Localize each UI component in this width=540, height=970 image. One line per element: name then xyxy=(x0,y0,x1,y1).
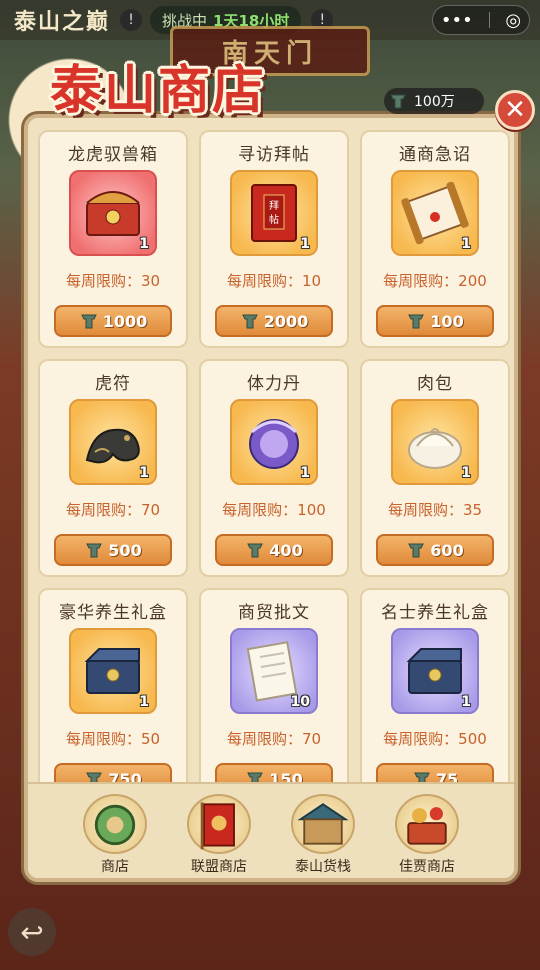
item-quantity: 1 xyxy=(300,236,310,252)
shop-item-card[interactable]: 豪华养生礼盒 1 每周限购：50 750 xyxy=(38,588,188,806)
item-name: 肉包 xyxy=(417,374,453,394)
shop-tab[interactable]: 联盟商店 xyxy=(174,794,264,878)
item-quantity: 1 xyxy=(139,465,149,481)
weekly-limit: 每周限购：10 xyxy=(226,272,322,290)
price-value: 400 xyxy=(269,540,303,560)
bronze-coin-icon xyxy=(80,314,97,329)
shop-item-card[interactable]: 商贸批文 10 每周限购：70 150 xyxy=(199,588,349,806)
capsule-divider xyxy=(488,12,490,28)
banner-flag-icon xyxy=(200,802,235,850)
tab-icon-frame xyxy=(187,794,251,854)
item-name: 名士养生礼盒 xyxy=(381,603,489,623)
weekly-limit: 每周限购：30 xyxy=(65,272,161,290)
shop-item-card[interactable]: 肉包 1 每周限购：35 600 xyxy=(360,359,510,577)
jade-dragon-icon xyxy=(94,804,136,846)
tab-label: 佳贾商店 xyxy=(399,859,455,875)
buy-button[interactable]: 100 xyxy=(376,305,494,337)
item-quantity: 1 xyxy=(139,694,149,710)
buy-button[interactable]: 400 xyxy=(215,534,333,566)
exit-target-icon[interactable]: ◎ xyxy=(505,10,521,31)
tab-label: 商店 xyxy=(101,859,129,875)
weekly-limit: 每周限购：200 xyxy=(383,272,487,290)
weekly-limit: 每周限购：100 xyxy=(222,501,326,519)
shop-item-card[interactable]: 名士养生礼盒 1 每周限购：500 75 xyxy=(360,588,510,806)
back-arrow-icon[interactable]: ↩ xyxy=(8,908,56,956)
bronze-coin-icon xyxy=(241,314,258,329)
shop-tab-bar: 商店 联盟商店 泰山货栈 佳贾商店 xyxy=(28,782,514,878)
shop-item-card[interactable]: 虎符 1 每周限购：70 500 xyxy=(38,359,188,577)
item-name: 豪华养生礼盒 xyxy=(59,603,167,623)
bronze-coin-icon xyxy=(408,543,425,558)
more-menu-icon[interactable]: ••• xyxy=(441,10,473,31)
currency-display: 100万 xyxy=(384,88,484,114)
item-icon-frame[interactable]: 拜帖 1 xyxy=(230,170,318,256)
item-quantity: 1 xyxy=(300,465,310,481)
market-stall-icon xyxy=(297,803,349,845)
shop-item-card[interactable]: 通商急诏 1 每周限购：200 100 xyxy=(360,130,510,348)
shop-item-card[interactable]: 龙虎驭兽箱 1 每周限购：30 1000 xyxy=(38,130,188,348)
merchant-goods-icon xyxy=(407,807,447,845)
shop-tab[interactable]: 商店 xyxy=(70,794,160,878)
item-name: 虎符 xyxy=(95,374,131,394)
item-quantity: 1 xyxy=(461,694,471,710)
buy-button[interactable]: 500 xyxy=(54,534,172,566)
item-icon-frame[interactable]: 1 xyxy=(391,170,479,256)
tab-label: 联盟商店 xyxy=(191,859,247,875)
tab-icon-frame xyxy=(291,794,355,854)
item-icon-frame[interactable]: 1 xyxy=(230,399,318,485)
item-quantity: 1 xyxy=(461,236,471,252)
item-icon-frame[interactable]: 10 xyxy=(230,628,318,714)
buy-button[interactable]: 2000 xyxy=(215,305,333,337)
item-grid: 龙虎驭兽箱 1 每周限购：30 1000 寻访拜帖 拜帖 1 每周限购：10 2… xyxy=(38,130,514,806)
weekly-limit: 每周限购：70 xyxy=(226,730,322,748)
price-value: 500 xyxy=(108,540,142,560)
item-icon-frame[interactable]: 1 xyxy=(69,628,157,714)
item-icon-frame[interactable]: 1 xyxy=(69,170,157,256)
shop-item-card[interactable]: 寻访拜帖 拜帖 1 每周限购：10 2000 xyxy=(199,130,349,348)
price-value: 100 xyxy=(430,311,464,331)
svg-text:拜: 拜 xyxy=(269,200,279,212)
item-quantity: 1 xyxy=(461,465,471,481)
weekly-limit: 每周限购：500 xyxy=(383,730,487,748)
bronze-coin-icon xyxy=(86,543,103,558)
item-name: 体力丹 xyxy=(247,374,301,394)
item-icon-frame[interactable]: 1 xyxy=(391,399,479,485)
close-button[interactable]: ✕ xyxy=(495,90,535,130)
weekly-limit: 每周限购：50 xyxy=(65,730,161,748)
item-icon-frame[interactable]: 1 xyxy=(69,399,157,485)
item-name: 龙虎驭兽箱 xyxy=(68,145,158,165)
weekly-limit: 每周限购：70 xyxy=(65,501,161,519)
miniprogram-capsule[interactable]: ••• ◎ xyxy=(432,5,530,35)
item-icon-frame[interactable]: 1 xyxy=(391,628,479,714)
buy-button[interactable]: 1000 xyxy=(54,305,172,337)
tab-icon-frame xyxy=(395,794,459,854)
buy-button[interactable]: 600 xyxy=(376,534,494,566)
item-name: 商贸批文 xyxy=(238,603,310,623)
shop-item-card[interactable]: 体力丹 1 每周限购：100 400 xyxy=(199,359,349,577)
item-name: 寻访拜帖 xyxy=(238,145,310,165)
price-value: 2000 xyxy=(263,311,309,331)
shop-tab[interactable]: 佳贾商店 xyxy=(382,794,472,878)
shop-title: 泰山商店 xyxy=(50,60,267,121)
shop-tab[interactable]: 泰山货栈 xyxy=(278,794,368,878)
bronze-coin-icon xyxy=(390,94,406,109)
item-name: 通商急诏 xyxy=(399,145,471,165)
svg-text:帖: 帖 xyxy=(269,213,279,226)
price-value: 1000 xyxy=(102,311,148,331)
shop-panel: 龙虎驭兽箱 1 每周限购：30 1000 寻访拜帖 拜帖 1 每周限购：10 2… xyxy=(24,114,518,882)
item-quantity: 10 xyxy=(290,694,310,710)
bronze-coin-icon xyxy=(247,543,264,558)
currency-amount: 100万 xyxy=(414,94,455,110)
weekly-limit: 每周限购：35 xyxy=(387,501,483,519)
item-quantity: 1 xyxy=(139,236,149,252)
stage-title: 泰山之巅 xyxy=(14,9,111,35)
bronze-coin-icon xyxy=(408,314,425,329)
tab-label: 泰山货栈 xyxy=(295,859,351,875)
tab-icon-frame xyxy=(83,794,147,854)
alert-icon[interactable]: ! xyxy=(120,9,143,31)
price-value: 600 xyxy=(430,540,464,560)
